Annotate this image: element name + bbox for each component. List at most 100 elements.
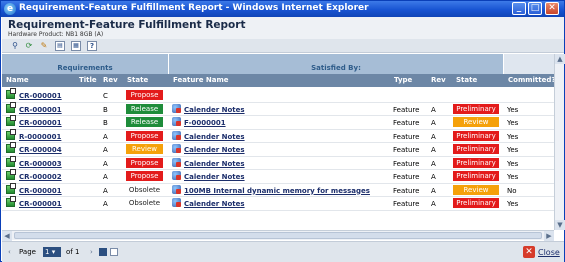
requirement-name-link[interactable]: CR-000001 <box>19 199 62 210</box>
feature-name-link[interactable]: F-0000001 <box>184 118 226 129</box>
table-row[interactable]: CR-000001 C Propose <box>2 88 554 103</box>
close-window-button[interactable]: ✕ <box>545 2 559 15</box>
committed-value: Yes <box>507 132 519 141</box>
table-row[interactable]: CR-000003 A Propose Calender Notes Feature A P… <box>2 155 554 170</box>
requirement-name-link[interactable]: CR-000001 <box>19 91 62 102</box>
feature-icon <box>172 144 181 153</box>
page-select[interactable]: 1 ▾ <box>43 247 61 257</box>
requirement-state-badge: Propose <box>126 90 163 100</box>
scroll-right-icon[interactable]: ▶ <box>544 231 554 241</box>
requirement-icon <box>6 169 16 180</box>
feature-state-badge: Preliminary <box>453 130 499 141</box>
feature-state-badge: Preliminary <box>453 144 499 154</box>
requirement-name-link[interactable]: CR-000004 <box>19 145 62 156</box>
page-size-icon[interactable] <box>99 248 107 256</box>
table-row[interactable]: CR-000001 B Release F-0000001 Feature A Review… <box>2 115 554 130</box>
feature-rev: A <box>431 105 436 114</box>
prev-page-icon[interactable]: ‹ <box>8 247 11 258</box>
feature-name-link[interactable]: Calender Notes <box>184 105 245 116</box>
column-header-title[interactable]: Title <box>75 74 99 87</box>
requirement-state-badge: Release <box>126 103 163 114</box>
feature-state-badge: Preliminary <box>453 198 499 208</box>
feature-state-badge: Preliminary <box>453 157 499 168</box>
feature-type: Feature <box>393 119 420 127</box>
export-icon[interactable]: ✎ <box>39 41 49 51</box>
report-subtitle: Hardware Product: NB1 8GB (A) <box>8 31 104 38</box>
page-label: Page <box>19 248 36 256</box>
grid-icon[interactable]: ▦ <box>71 41 81 51</box>
column-header-committed[interactable]: Committed? <box>504 74 554 87</box>
feature-name-link[interactable]: Calender Notes <box>184 199 245 210</box>
close-x-icon[interactable]: ✕ <box>523 246 535 258</box>
maximize-button[interactable]: □ <box>528 2 542 15</box>
requirement-rev: B <box>103 119 108 127</box>
table-row[interactable]: R-0000001 A Propose Calender Notes Feature A P… <box>2 128 554 143</box>
column-header-feature-name[interactable]: Feature Name <box>169 74 390 87</box>
requirement-name-link[interactable]: CR-000001 <box>19 118 62 129</box>
requirement-rev: C <box>103 92 108 100</box>
feature-type: Feature <box>393 200 420 208</box>
scroll-up-icon[interactable]: ▲ <box>555 54 565 64</box>
requirement-icon <box>6 155 16 167</box>
browser-window: e Requirement-Feature Fulfillment Report… <box>0 0 565 262</box>
committed-value: Yes <box>507 159 519 168</box>
requirement-rev: A <box>103 173 108 181</box>
requirement-name-link[interactable]: CR-000002 <box>19 172 62 183</box>
requirement-icon <box>6 101 16 113</box>
feature-state-badge: Review <box>453 184 499 195</box>
minimize-button[interactable]: _ <box>512 2 526 15</box>
committed-value: Yes <box>507 119 519 127</box>
refresh-icon[interactable]: ⟳ <box>24 41 34 51</box>
report-toolbar: ⚲ ⟳ ✎ ▤ ▦ ? <box>2 39 564 53</box>
column-header-feature-rev[interactable]: Rev <box>427 74 452 87</box>
requirement-name-link[interactable]: R-0000001 <box>19 132 61 143</box>
requirement-rev: A <box>103 132 108 141</box>
feature-name-link[interactable]: Calender Notes <box>184 172 245 183</box>
table-row[interactable]: CR-000001 A Obsolete Calender Notes Feature A… <box>2 196 554 211</box>
feature-name-link[interactable]: Calender Notes <box>184 132 245 143</box>
help-icon[interactable]: ? <box>87 41 97 51</box>
title-bar: e Requirement-Feature Fulfillment Report… <box>1 1 564 17</box>
requirement-icon <box>6 128 16 140</box>
requirement-icon <box>6 196 16 207</box>
columns-icon[interactable]: ▤ <box>55 41 65 51</box>
column-header-rev[interactable]: Rev <box>99 74 123 87</box>
committed-value: Yes <box>507 173 519 181</box>
column-header-state[interactable]: State <box>123 74 169 87</box>
feature-name-link[interactable]: Calender Notes <box>184 145 245 156</box>
feature-state-badge: Preliminary <box>453 103 499 114</box>
requirement-name-link[interactable]: CR-000003 <box>19 159 62 170</box>
scroll-left-icon[interactable]: ◀ <box>2 231 12 241</box>
table-row[interactable]: CR-000001 B Release Calender Notes Feature A P… <box>2 101 554 116</box>
column-header-name[interactable]: Name <box>2 74 75 87</box>
requirement-icon <box>6 115 16 126</box>
horizontal-scroll-thumb[interactable] <box>14 232 542 239</box>
table-row[interactable]: CR-000004 A Review Calender Notes Feature A Pr… <box>2 142 554 157</box>
committed-value: Yes <box>507 200 519 208</box>
funnel-icon[interactable]: ⚲ <box>10 41 20 51</box>
horizontal-scrollbar[interactable]: ◀ ▶ <box>2 230 554 241</box>
requirement-state-badge: Obsolete <box>128 185 161 194</box>
requirement-state-badge: Propose <box>126 171 163 181</box>
column-header-feature-state[interactable]: State <box>452 74 504 87</box>
requirement-rev: A <box>103 146 108 154</box>
table-row[interactable]: CR-000001 A Obsolete 100MB Internal dynamic… <box>2 182 554 197</box>
committed-value: Yes <box>507 105 519 114</box>
feature-icon <box>172 184 181 194</box>
feature-name-link[interactable]: Calender Notes <box>184 159 245 170</box>
next-page-icon[interactable]: › <box>90 247 93 258</box>
vertical-scrollbar[interactable]: ▲ ▼ <box>554 54 565 230</box>
close-button[interactable]: Close <box>538 246 560 259</box>
requirement-state-badge: Review <box>126 144 163 154</box>
requirement-name-link[interactable]: CR-000001 <box>19 105 62 116</box>
table-row[interactable]: CR-000002 A Propose Calender Notes Feature A P… <box>2 169 554 184</box>
committed-value: No <box>507 186 517 195</box>
feature-name-link[interactable]: 100MB Internal dynamic memory for messag… <box>184 186 370 197</box>
ie-logo-icon: e <box>4 3 16 15</box>
scroll-down-icon[interactable]: ▼ <box>555 220 565 230</box>
window-title: Requirement-Feature Fulfillment Report -… <box>19 3 369 13</box>
requirement-name-link[interactable]: CR-000001 <box>19 186 62 197</box>
page-view-icon[interactable] <box>110 248 118 256</box>
feature-type: Feature <box>393 186 420 195</box>
column-header-type[interactable]: Type <box>390 74 427 87</box>
